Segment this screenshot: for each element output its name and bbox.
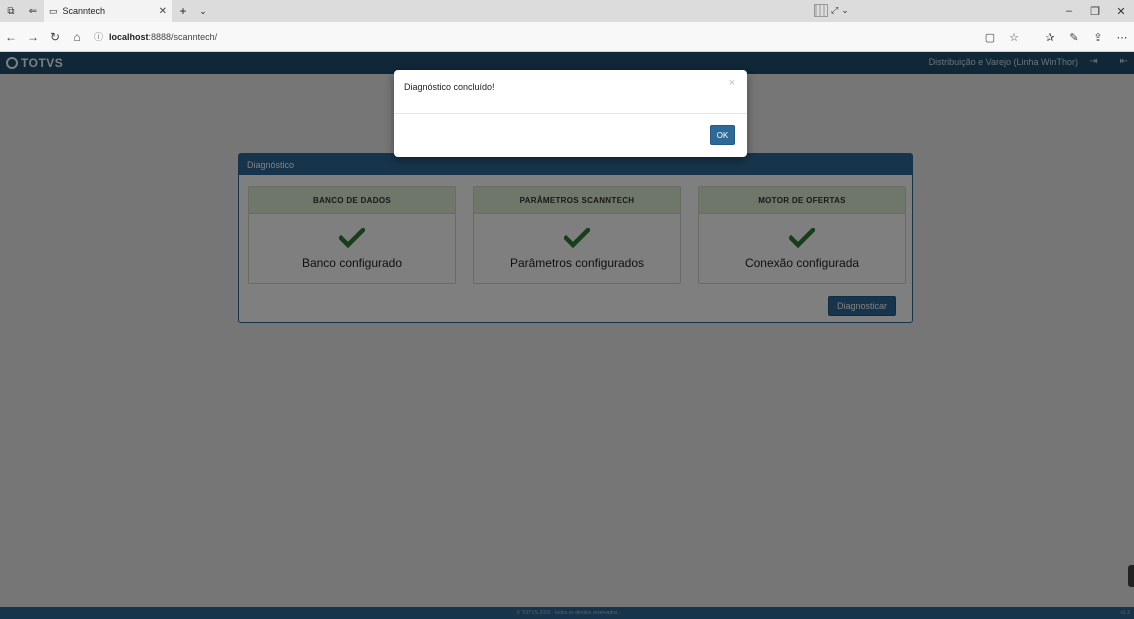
page-icon: ▭ xyxy=(49,5,58,16)
url-field[interactable]: ⓘ localhost:8888/scanntech/ xyxy=(94,27,968,47)
dialog-message: Diagnóstico concluído! xyxy=(404,82,495,92)
tab-close-icon[interactable]: ✕ xyxy=(159,6,167,17)
reading-view-icon[interactable]: ▢ xyxy=(978,31,1002,44)
favorites-list-icon[interactable]: ✰ xyxy=(1038,31,1062,44)
confirmation-dialog: Diagnóstico concluído! × OK xyxy=(394,70,747,157)
browser-tab-strip: ⧉ ⇐ ▭ Scanntech ✕ + ⌄ ⤢ ⌄ – ❐ ✕ xyxy=(0,0,1134,22)
share-icon[interactable]: ⇪ xyxy=(1086,31,1110,44)
tab-list-button[interactable]: ⌄ xyxy=(194,6,212,17)
home-icon[interactable]: ⌂ xyxy=(66,30,88,44)
restore-button[interactable]: ❐ xyxy=(1082,5,1108,18)
ok-button[interactable]: OK xyxy=(710,125,735,145)
browser-tab-scanntech[interactable]: ▭ Scanntech ✕ xyxy=(44,0,172,22)
browser-toolbar-right: ▢ ☆ ✰ ✎ ⇪ ⋯ xyxy=(978,22,1134,52)
new-tab-button[interactable]: + xyxy=(172,4,194,18)
pen-icon[interactable]: ✎ xyxy=(1062,31,1086,44)
close-window-button[interactable]: ✕ xyxy=(1108,5,1134,18)
favorite-star-icon[interactable]: ☆ xyxy=(1002,31,1026,44)
window-controls: – ❐ ✕ xyxy=(1056,0,1134,22)
tabs-aside-icon[interactable]: ⇐ xyxy=(22,0,44,22)
chevron-down-icon[interactable]: ⌄ xyxy=(841,5,849,16)
tab-preview-controls: ⤢ ⌄ xyxy=(814,4,849,17)
url-path: :8888/scanntech/ xyxy=(148,31,218,42)
tab-actions-icon[interactable]: ⧉ xyxy=(0,0,22,22)
tab-title: Scanntech xyxy=(62,6,106,16)
forward-arrow-icon[interactable]: → xyxy=(22,30,44,44)
info-icon[interactable]: ⓘ xyxy=(94,30,103,43)
url-host: localhost xyxy=(109,31,149,42)
close-icon[interactable]: × xyxy=(729,77,735,89)
refresh-icon[interactable]: ↻ xyxy=(44,30,66,44)
address-bar: ← → ↻ ⌂ ⓘ localhost:8888/scanntech/ ▢ ☆ … xyxy=(0,22,1134,52)
more-options-icon[interactable]: ⋯ xyxy=(1110,31,1134,44)
grid-icon[interactable] xyxy=(814,4,828,17)
expand-icon[interactable]: ⤢ xyxy=(831,5,838,16)
back-arrow-icon[interactable]: ← xyxy=(0,30,22,44)
minimize-button[interactable]: – xyxy=(1056,5,1082,17)
